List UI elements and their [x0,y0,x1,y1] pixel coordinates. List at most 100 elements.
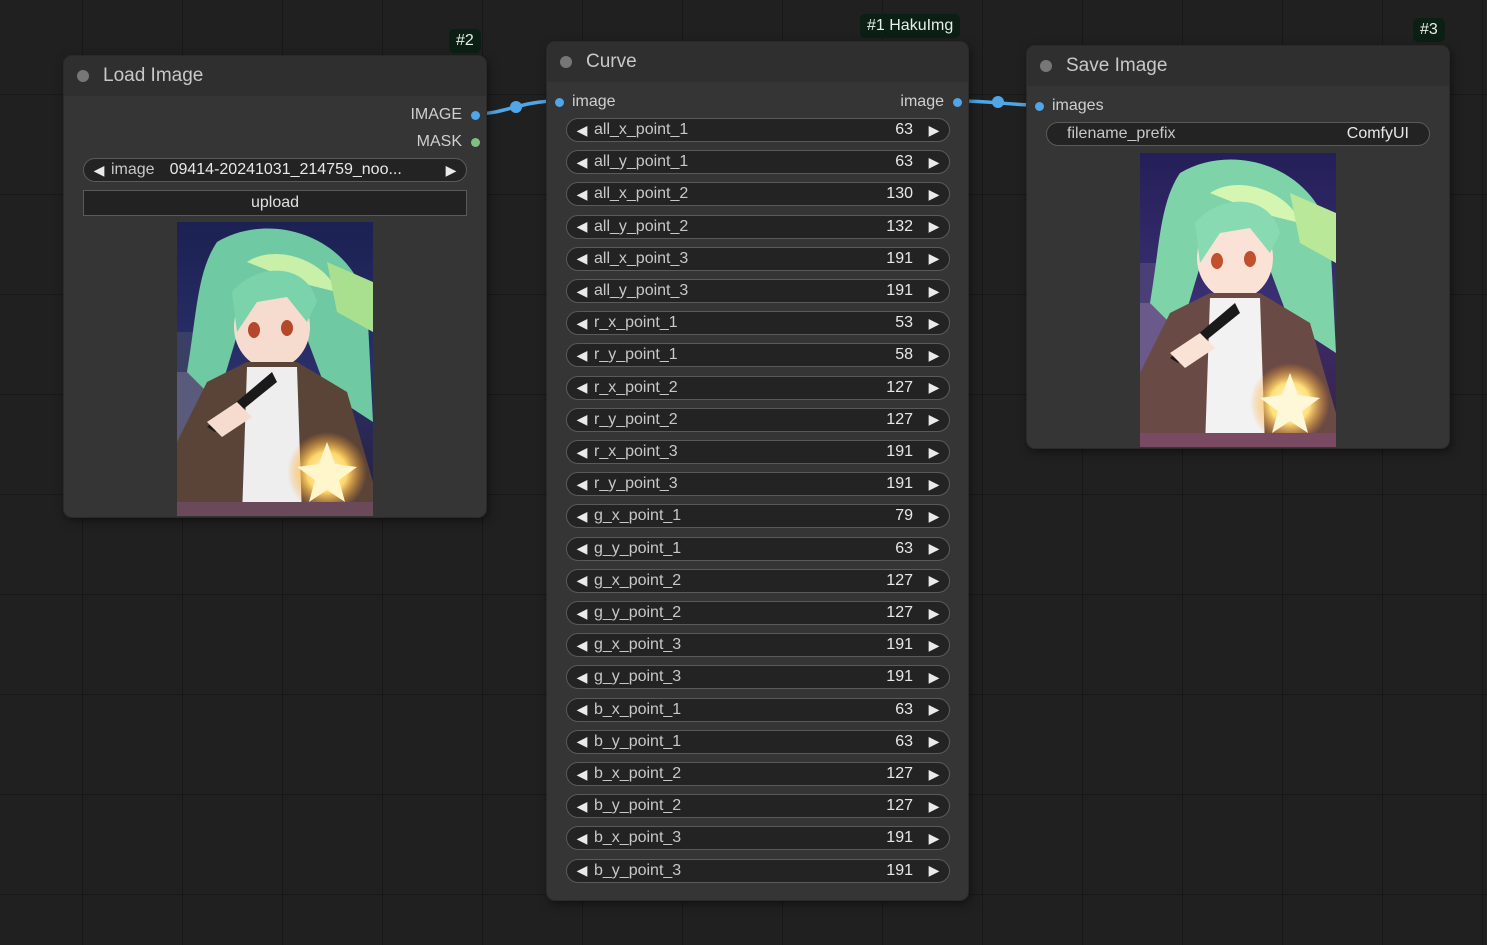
output-port-image[interactable] [471,110,480,120]
right-arrow-icon[interactable]: ▶ [927,669,941,686]
left-arrow-icon[interactable]: ◀ [575,572,589,589]
left-arrow-icon[interactable]: ◀ [92,162,106,179]
left-arrow-icon[interactable]: ◀ [575,122,589,139]
number-widget-all-y-point-3[interactable]: ◀ all_y_point_3 191 ▶ [566,279,950,303]
number-widget-r-x-point-1[interactable]: ◀ r_x_point_1 53 ▶ [566,311,950,336]
number-widget-b-y-point-1[interactable]: ◀ b_y_point_1 63 ▶ [566,729,950,754]
number-widget-r-x-point-2[interactable]: ◀ r_x_point_2 127 ▶ [566,375,950,400]
right-arrow-icon[interactable]: ▶ [927,283,941,300]
right-arrow-icon[interactable]: ▶ [927,572,941,589]
upload-button[interactable]: upload [83,190,467,216]
input-image[interactable]: image [555,92,616,112]
left-arrow-icon[interactable]: ◀ [575,250,589,267]
number-widget-all-x-point-1[interactable]: ◀ all_x_point_1 63 ▶ [566,118,950,142]
right-arrow-icon[interactable]: ▶ [927,733,941,750]
save-image-node[interactable]: Save Image images filename_prefix ComfyU… [1027,46,1449,448]
number-widget-g-x-point-2[interactable]: ◀ g_x_point_2 127 ▶ [566,568,950,593]
output-mask[interactable]: MASK [417,132,480,152]
right-arrow-icon[interactable]: ▶ [927,347,941,364]
number-widget-g-y-point-3[interactable]: ◀ g_y_point_3 191 ▶ [566,665,950,690]
left-arrow-icon[interactable]: ◀ [575,637,589,654]
widget-label: b_y_point_1 [594,732,682,750]
output-label: IMAGE [410,106,462,123]
number-widget-g-y-point-1[interactable]: ◀ g_y_point_1 63 ▶ [566,536,950,561]
output-port-image[interactable] [953,97,962,107]
left-arrow-icon[interactable]: ◀ [575,411,589,428]
image-select-widget[interactable]: ◀ image 09414-20241031_214759_noo... ▶ [83,158,467,182]
number-widget-r-x-point-3[interactable]: ◀ r_x_point_3 191 ▶ [566,440,950,464]
collapse-toggle[interactable] [560,56,572,68]
number-widget-g-x-point-3[interactable]: ◀ g_x_point_3 191 ▶ [566,633,950,658]
left-arrow-icon[interactable]: ◀ [575,283,589,300]
curve-node[interactable]: Curve image image ◀ all_x_point_1 63 ▶ ◀ all_… [547,42,968,900]
left-arrow-icon[interactable]: ◀ [575,862,589,879]
right-arrow-icon[interactable]: ▶ [927,122,941,139]
widget-label: r_y_point_3 [594,475,678,493]
right-arrow-icon[interactable]: ▶ [927,701,941,718]
number-widget-r-y-point-2[interactable]: ◀ r_y_point_2 127 ▶ [566,407,950,432]
node-title-bar[interactable]: Load Image [64,56,486,96]
number-widget-r-y-point-3[interactable]: ◀ r_y_point_3 191 ▶ [566,472,950,497]
left-arrow-icon[interactable]: ◀ [575,347,589,364]
number-widget-b-y-point-3[interactable]: ◀ b_y_point_3 191 ▶ [566,858,950,883]
filename-prefix-widget[interactable]: filename_prefix ComfyUI [1046,122,1430,146]
left-arrow-icon[interactable]: ◀ [575,379,589,396]
number-widget-b-x-point-3[interactable]: ◀ b_x_point_3 191 ▶ [566,826,950,851]
right-arrow-icon[interactable]: ▶ [927,218,941,235]
number-widget-r-y-point-1[interactable]: ◀ r_y_point_1 58 ▶ [566,343,950,368]
number-widget-b-y-point-2[interactable]: ◀ b_y_point_2 127 ▶ [566,794,950,819]
right-arrow-icon[interactable]: ▶ [927,605,941,622]
left-arrow-icon[interactable]: ◀ [575,605,589,622]
left-arrow-icon[interactable]: ◀ [575,798,589,815]
output-port-mask[interactable] [471,137,480,147]
left-arrow-icon[interactable]: ◀ [575,669,589,686]
output-image[interactable]: image [900,92,962,112]
collapse-toggle[interactable] [77,70,89,82]
number-widget-all-y-point-1[interactable]: ◀ all_y_point_1 63 ▶ [566,150,950,175]
right-arrow-icon[interactable]: ▶ [927,444,941,461]
node-title-bar[interactable]: Save Image [1027,46,1449,86]
left-arrow-icon[interactable]: ◀ [575,540,589,557]
right-arrow-icon[interactable]: ▶ [927,154,941,171]
right-arrow-icon[interactable]: ▶ [444,162,458,179]
left-arrow-icon[interactable]: ◀ [575,830,589,847]
input-images[interactable]: images [1035,96,1104,116]
right-arrow-icon[interactable]: ▶ [927,862,941,879]
number-widget-b-x-point-1[interactable]: ◀ b_x_point_1 63 ▶ [566,697,950,722]
left-arrow-icon[interactable]: ◀ [575,444,589,461]
number-widget-g-y-point-2[interactable]: ◀ g_y_point_2 127 ▶ [566,601,950,625]
number-widget-all-x-point-2[interactable]: ◀ all_x_point_2 130 ▶ [566,182,950,207]
right-arrow-icon[interactable]: ▶ [927,186,941,203]
node-title-bar[interactable]: Curve [547,42,968,82]
number-widget-all-y-point-2[interactable]: ◀ all_y_point_2 132 ▶ [566,214,950,239]
load-image-node[interactable]: Load Image IMAGE MASK ◀ image 09414-2024… [64,56,486,517]
widget-label: r_x_point_3 [594,443,678,460]
right-arrow-icon[interactable]: ▶ [927,315,941,332]
right-arrow-icon[interactable]: ▶ [927,411,941,428]
right-arrow-icon[interactable]: ▶ [927,637,941,654]
right-arrow-icon[interactable]: ▶ [927,476,941,493]
input-port-images[interactable] [1035,101,1044,111]
right-arrow-icon[interactable]: ▶ [927,798,941,815]
left-arrow-icon[interactable]: ◀ [575,508,589,525]
right-arrow-icon[interactable]: ▶ [927,250,941,267]
number-widget-b-x-point-2[interactable]: ◀ b_x_point_2 127 ▶ [566,762,950,786]
left-arrow-icon[interactable]: ◀ [575,733,589,750]
number-widget-g-x-point-1[interactable]: ◀ g_x_point_1 79 ▶ [566,504,950,529]
number-widget-all-x-point-3[interactable]: ◀ all_x_point_3 191 ▶ [566,246,950,271]
left-arrow-icon[interactable]: ◀ [575,315,589,332]
right-arrow-icon[interactable]: ▶ [927,766,941,783]
left-arrow-icon[interactable]: ◀ [575,701,589,718]
right-arrow-icon[interactable]: ▶ [927,540,941,557]
input-port-image[interactable] [555,97,564,107]
left-arrow-icon[interactable]: ◀ [575,766,589,783]
right-arrow-icon[interactable]: ▶ [927,379,941,396]
left-arrow-icon[interactable]: ◀ [575,218,589,235]
output-image[interactable]: IMAGE [410,105,480,125]
right-arrow-icon[interactable]: ▶ [927,830,941,847]
left-arrow-icon[interactable]: ◀ [575,476,589,493]
right-arrow-icon[interactable]: ▶ [927,508,941,525]
collapse-toggle[interactable] [1040,60,1052,72]
left-arrow-icon[interactable]: ◀ [575,154,589,171]
left-arrow-icon[interactable]: ◀ [575,186,589,203]
